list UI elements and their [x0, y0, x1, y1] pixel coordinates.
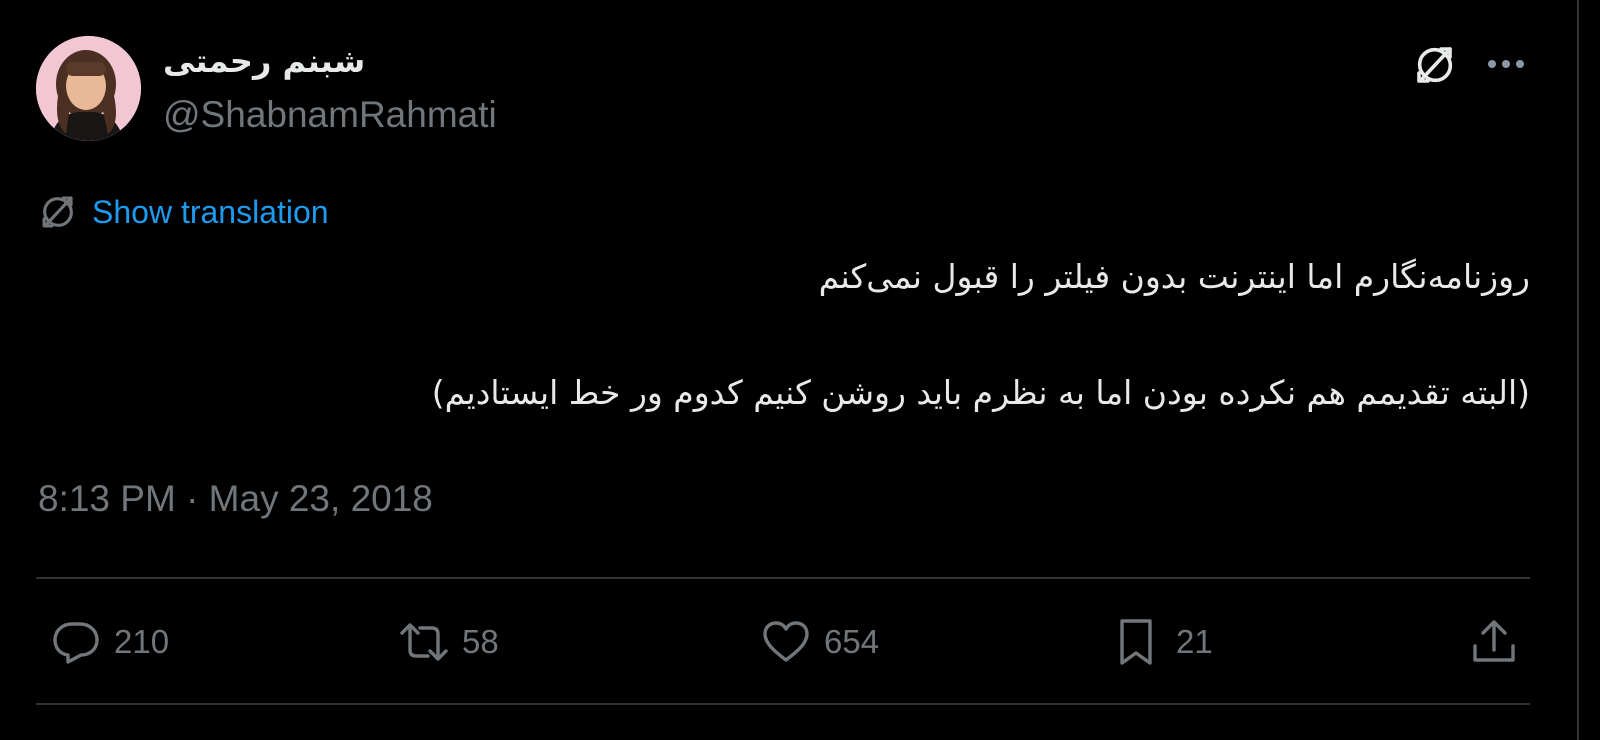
bookmark-button[interactable]: 21 — [1112, 614, 1213, 670]
tweet-card: شبنم رحمتی @ShabnamRahmati Show translat… — [0, 0, 1600, 740]
avatar[interactable] — [36, 36, 141, 141]
author-handle[interactable]: @ShabnamRahmati — [163, 94, 497, 136]
bookmark-icon — [1112, 616, 1164, 668]
tweet-text: روزنامه‌نگارم اما اینترنت بدون فیلتر را … — [40, 248, 1530, 422]
tweet-text-gap — [40, 306, 1530, 364]
heart-icon — [760, 616, 812, 668]
tweet-text-line: (البته تقدیمم هم نکرده بودن اما به نظرم … — [431, 373, 1530, 412]
bookmark-count: 21 — [1176, 623, 1213, 660]
reply-icon — [50, 616, 102, 668]
tweet-timestamp[interactable]: 8:13 PM · May 23, 2018 — [38, 478, 433, 520]
reply-count: 210 — [114, 623, 170, 660]
reply-button[interactable]: 210 — [50, 614, 169, 670]
more-icon[interactable] — [1482, 44, 1530, 84]
retweet-count: 58 — [462, 623, 499, 660]
like-count: 654 — [824, 623, 880, 660]
tweet-text-line: روزنامه‌نگارم اما اینترنت بدون فیلتر را … — [818, 257, 1530, 296]
author-display-name[interactable]: شبنم رحمتی — [163, 42, 365, 80]
divider — [36, 577, 1530, 579]
retweet-icon — [398, 616, 450, 668]
translate-icon[interactable] — [1412, 42, 1458, 88]
show-translation-button[interactable]: Show translation — [38, 190, 329, 234]
share-button[interactable] — [1468, 614, 1520, 670]
translate-icon — [38, 192, 78, 232]
retweet-button[interactable]: 58 — [398, 614, 499, 670]
like-button[interactable]: 654 — [760, 614, 879, 670]
show-translation-label: Show translation — [92, 193, 329, 230]
share-icon — [1468, 616, 1520, 668]
column-border — [1577, 0, 1579, 740]
divider — [36, 703, 1530, 705]
